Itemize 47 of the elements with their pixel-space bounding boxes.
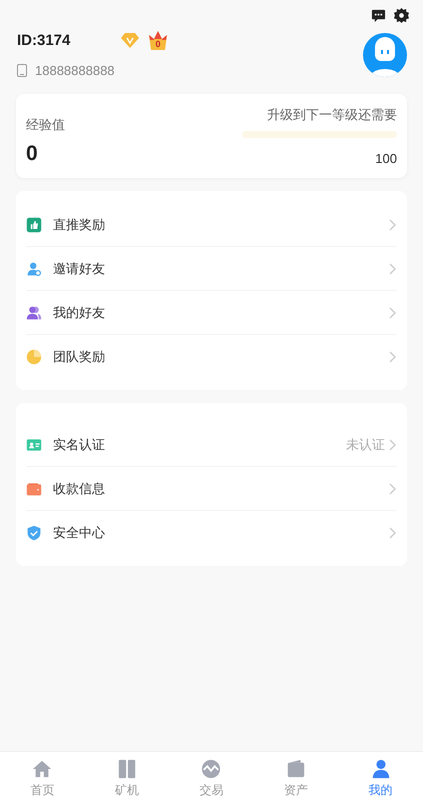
invite-icon xyxy=(26,260,42,276)
menu-item[interactable]: 安全中心 xyxy=(26,511,397,554)
menu-label: 收款信息 xyxy=(53,480,106,498)
me-icon xyxy=(370,759,391,779)
menu-label: 团队奖励 xyxy=(53,348,106,366)
menu-label: 实名认证 xyxy=(53,436,106,454)
miner-icon xyxy=(116,759,137,779)
friends-icon xyxy=(26,304,42,320)
assets-icon xyxy=(286,759,306,779)
menu-item[interactable]: 收款信息 xyxy=(26,467,397,511)
crown-level: 0 xyxy=(154,39,162,49)
thumb-icon xyxy=(26,216,42,232)
menu-item[interactable]: 我的好友 xyxy=(26,291,397,335)
chevron-icon xyxy=(389,482,397,494)
chevron-icon xyxy=(389,526,397,538)
menu-label: 邀请好友 xyxy=(53,260,106,278)
next-level-label: 升级到下一等级还需要 xyxy=(267,106,397,124)
menu-item[interactable]: 直推奖励 xyxy=(26,203,397,247)
menu-item[interactable]: 实名认证 未认证 xyxy=(26,423,397,467)
user-id: ID:3174 xyxy=(17,32,72,48)
chevron-icon xyxy=(389,218,397,230)
pie-icon xyxy=(26,348,42,364)
chevron-icon xyxy=(389,306,397,318)
target-value: 100 xyxy=(375,151,397,166)
phone-number: 18888888888 xyxy=(35,63,115,78)
wallet-icon xyxy=(26,480,42,496)
experience-label: 经验值 xyxy=(26,116,65,134)
home-icon xyxy=(32,759,52,779)
avatar[interactable] xyxy=(363,33,407,77)
chevron-icon xyxy=(389,350,397,362)
settings-icon[interactable] xyxy=(394,8,409,23)
menu-label: 直推奖励 xyxy=(53,216,106,234)
message-icon[interactable] xyxy=(371,8,386,23)
menu-label: 我的好友 xyxy=(53,304,106,322)
menu-item[interactable]: 团队奖励 xyxy=(26,335,397,378)
trade-icon xyxy=(201,759,222,779)
tab[interactable]: 我的 xyxy=(338,752,423,806)
shield-icon xyxy=(26,524,42,540)
experience-value: 0 xyxy=(26,142,39,166)
menu-label: 安全中心 xyxy=(53,524,106,542)
chevron-icon xyxy=(389,438,397,450)
phone-icon xyxy=(17,64,27,77)
menu-item[interactable]: 邀请好友 xyxy=(26,247,397,291)
chevron-icon xyxy=(389,262,397,274)
idcard-icon xyxy=(26,436,42,452)
status-text: 未认证 xyxy=(346,436,385,454)
diamond-icon xyxy=(121,32,139,48)
